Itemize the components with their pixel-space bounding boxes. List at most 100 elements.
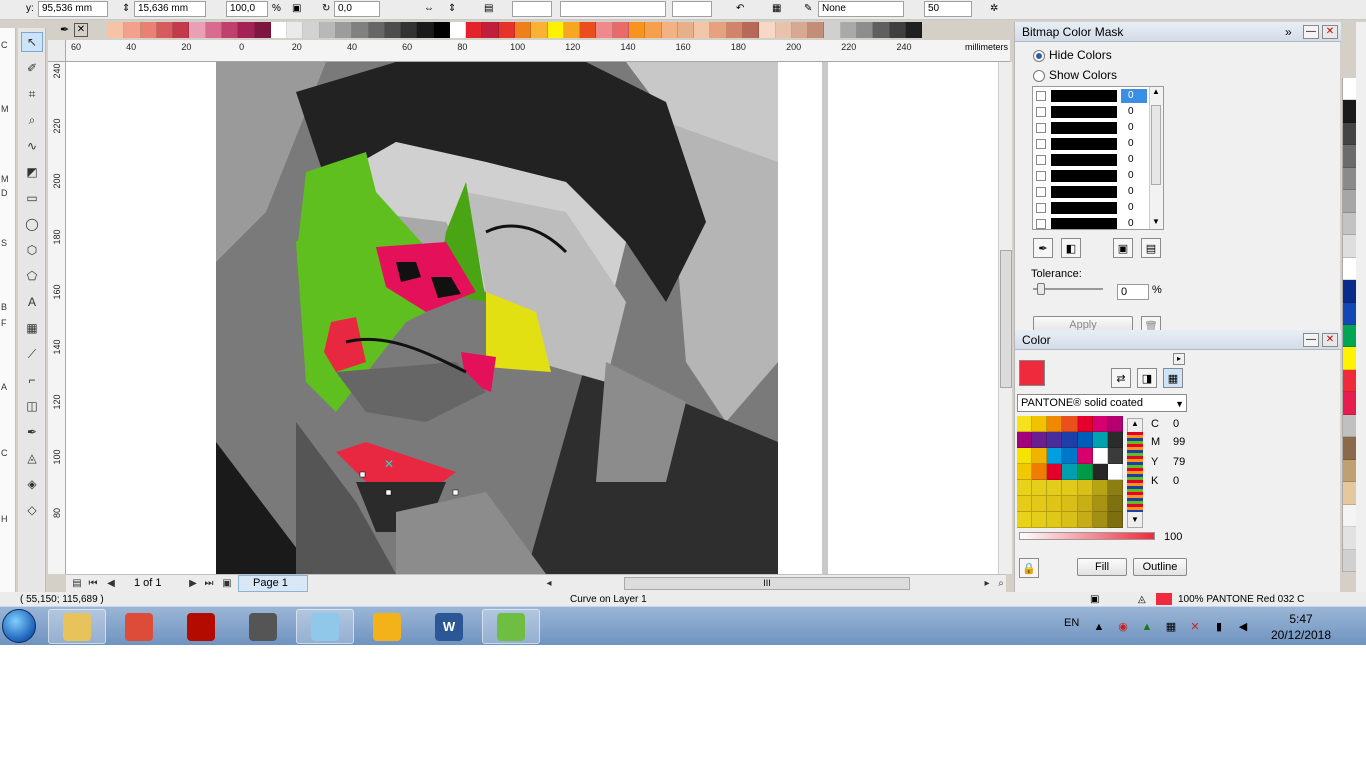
mask-list-scrollbar[interactable]: ▲ ▼ [1149,87,1163,229]
pantone-swatch[interactable] [1017,432,1033,448]
palette-swatch[interactable] [515,22,532,38]
color-minimize-button[interactable]: — [1303,333,1319,347]
mask-row-checkbox[interactable] [1036,91,1046,101]
pantone-swatch[interactable] [1017,448,1033,464]
palette-swatch[interactable] [726,22,743,38]
undo-icon[interactable]: ↶ [736,2,744,16]
network-icon[interactable]: ▦ [1163,619,1179,635]
pantone-swatch[interactable] [1062,416,1078,432]
pantone-swatch[interactable] [1017,464,1033,480]
mask-color-row[interactable]: 0 [1033,88,1149,104]
polygon-tool-icon[interactable]: ⬡ [21,240,43,260]
mask-color-list[interactable]: 0 0 0 0 0 0 0 0 0 ▲ ▼ [1032,86,1164,230]
pantone-swatch[interactable] [1047,432,1063,448]
zoom-tool-icon[interactable]: ⌕ [21,110,43,130]
nvidia-icon[interactable]: ▲ [1139,619,1155,635]
last-page-button[interactable]: ⏭ [202,576,216,591]
scroll-right-button[interactable]: ▸ [980,576,994,591]
palette-swatch[interactable] [1343,527,1356,550]
vertical-scrollbar[interactable] [998,62,1012,574]
palette-swatch[interactable] [563,22,581,38]
palette-swatch[interactable] [531,22,548,38]
language-indicator[interactable]: EN [1064,617,1079,629]
freehand-tool-icon[interactable]: ∿ [21,136,43,156]
palette-swatch[interactable] [840,22,857,38]
palette-swatch[interactable] [694,22,711,38]
antivirus-icon[interactable]: ◉ [1115,619,1131,635]
eyedropper-tool-icon[interactable]: ✒ [21,422,43,442]
outline-button[interactable]: Outline [1133,558,1187,576]
pantone-swatch[interactable] [1047,448,1063,464]
pantone-swatch[interactable] [1032,512,1048,528]
palette-swatch[interactable] [108,22,125,38]
mask-row-checkbox[interactable] [1036,187,1046,197]
extra-field[interactable]: 50 [924,1,972,17]
palette-swatch[interactable] [791,22,809,38]
pantone-swatch[interactable] [1017,512,1033,528]
mask-row-tolerance[interactable]: 0 [1121,217,1147,229]
mask-color-row[interactable]: 0 [1033,120,1149,136]
palette-swatch[interactable] [352,22,369,38]
palette-swatch[interactable] [1343,145,1356,168]
pantone-swatch[interactable] [1032,496,1048,512]
pantone-swatch[interactable] [1092,496,1108,512]
pantone-swatch[interactable] [1047,480,1063,496]
color-viewer-icon[interactable]: ◨ [1137,368,1157,388]
palette-swatch[interactable] [221,22,239,38]
mask-row-checkbox[interactable] [1036,123,1046,133]
palette-swatch[interactable] [905,22,923,38]
rectangle-tool-icon[interactable]: ▭ [21,188,43,208]
pantone-swatch[interactable] [1107,416,1123,432]
palette-swatch[interactable] [1343,167,1356,191]
palette-swatch[interactable] [205,22,222,38]
mask-scroll-thumb[interactable] [1151,105,1161,185]
edit-color-icon[interactable]: ◧ [1061,238,1081,258]
mask-row-tolerance[interactable]: 0 [1121,89,1147,103]
palette-swatch[interactable] [466,22,483,38]
next-page-button[interactable]: ▶ [186,576,200,591]
vertical-scroll-thumb[interactable] [1000,250,1012,388]
mask-color-row[interactable]: 0 [1033,200,1149,216]
pantone-swatch[interactable] [1077,496,1093,512]
scroll-up-icon[interactable]: ▲ [1152,87,1160,96]
palette-swatch[interactable] [808,22,825,38]
mask-row-checkbox[interactable] [1036,219,1046,229]
status-fill-swatch[interactable] [1156,593,1172,605]
palette-swatch[interactable] [710,22,727,38]
pantone-swatch[interactable] [1047,464,1063,480]
pantone-swatch[interactable] [1107,432,1123,448]
palette-swatch[interactable] [287,22,304,38]
height-field[interactable]: 15,636 mm [134,1,206,17]
palette-swatch[interactable] [759,22,776,38]
palette-swatch[interactable] [1343,78,1356,101]
show-hidden-icons[interactable]: ▲ [1091,619,1107,635]
pantone-swatch[interactable] [1032,464,1048,480]
palette-swatch[interactable] [124,22,141,38]
palette-swatch[interactable] [596,22,613,38]
pantone-swatch[interactable] [1077,416,1093,432]
pantone-swatch[interactable] [1017,480,1033,496]
flag-icon[interactable]: ✕ [1187,619,1203,635]
tolerance-slider-thumb[interactable] [1037,283,1045,295]
palette-swatch[interactable] [1343,369,1356,393]
pantone-swatch[interactable] [1032,432,1048,448]
palette-swatch[interactable] [1343,392,1356,415]
color-menu-icon[interactable]: ▸ [1173,353,1185,365]
pantone-swatch[interactable] [1092,448,1108,464]
palette-swatch[interactable] [661,22,678,38]
palette-swatch[interactable] [1343,504,1356,528]
mask-color-row[interactable]: 0 [1033,216,1149,229]
crop-tool-icon[interactable]: ⌗ [21,84,43,104]
close-button[interactable]: ✕ [1322,25,1338,39]
ruler-corner[interactable] [48,40,66,62]
palette-swatch[interactable] [629,22,646,38]
mask-color-row[interactable]: 0 [1033,168,1149,184]
palette-swatch[interactable] [1343,324,1356,348]
pantone-swatch[interactable] [1062,512,1078,528]
mask-row-tolerance[interactable]: 0 [1121,169,1147,183]
pantone-swatch[interactable] [1092,416,1108,432]
palette-swatch[interactable] [1343,347,1356,370]
taskbar-app-explorer[interactable] [48,609,106,644]
hide-colors-radio[interactable]: Hide Colors [1033,47,1153,63]
pantone-swatch[interactable] [1092,512,1108,528]
